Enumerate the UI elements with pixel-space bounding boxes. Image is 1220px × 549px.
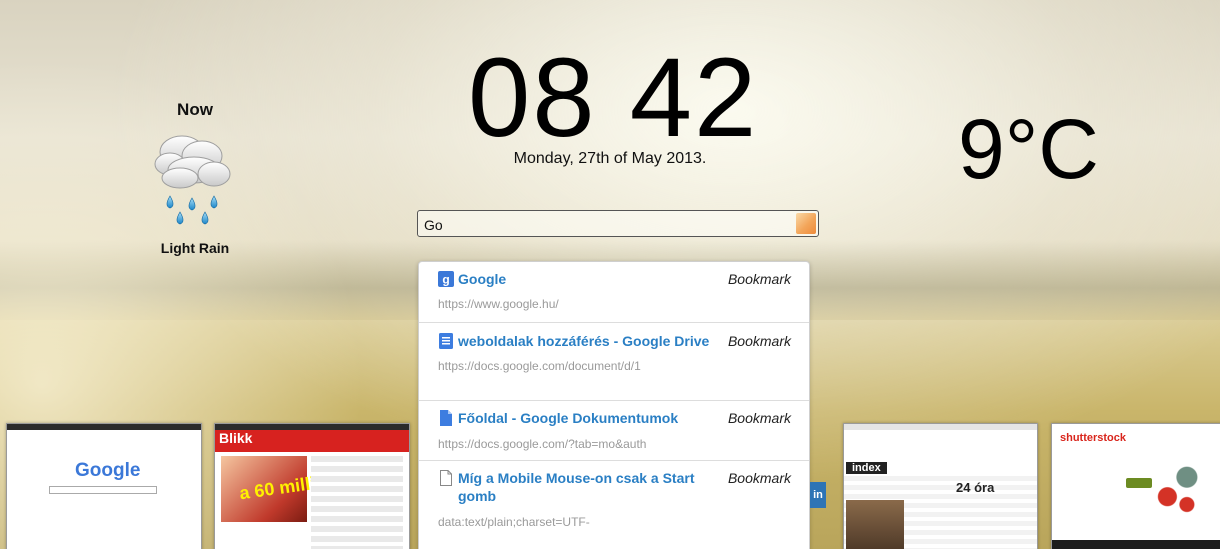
document-icon bbox=[440, 410, 452, 426]
suggestion-url: https://docs.google.com/document/d/1 bbox=[438, 359, 641, 373]
blank-page-icon bbox=[440, 470, 452, 486]
suggestion-type: Bookmark bbox=[727, 271, 791, 287]
shutterstock-logo: shutterstock bbox=[1060, 432, 1127, 444]
google-search-box bbox=[49, 486, 157, 494]
blikk-article-list bbox=[311, 456, 403, 549]
google-docs-icon bbox=[439, 333, 453, 349]
suggestion-item[interactable]: g Google Bookmark https://www.google.hu/ bbox=[419, 262, 809, 323]
suggestion-url: https://docs.google.com/?tab=mo&auth bbox=[438, 437, 647, 451]
suggestion-item[interactable]: Főoldal - Google Dokumentumok Bookmark h… bbox=[419, 401, 809, 461]
suggestion-title[interactable]: weboldalak hozzáférés - Google Drive bbox=[458, 332, 728, 350]
weather-widget[interactable]: Now Light Rain bbox=[130, 100, 260, 256]
search-input[interactable] bbox=[422, 214, 796, 236]
suggestion-type: Bookmark bbox=[727, 410, 791, 426]
thumbnail-google[interactable]: Google bbox=[6, 423, 202, 549]
suggestion-type: Bookmark bbox=[727, 470, 791, 486]
index-hero-image bbox=[846, 500, 904, 549]
suggestion-item[interactable]: weboldalak hozzáférés - Google Drive Boo… bbox=[419, 323, 809, 401]
index-logo: index bbox=[846, 462, 887, 474]
suggestion-type: Bookmark bbox=[727, 333, 791, 349]
weather-condition-label: Light Rain bbox=[160, 240, 230, 256]
weather-now-label: Now bbox=[177, 100, 213, 119]
search-suggestions: g Google Bookmark https://www.google.hu/… bbox=[418, 261, 810, 549]
suggestion-title[interactable]: Míg a Mobile Mouse-on csak a Start gomb bbox=[458, 469, 728, 505]
clock-time: 08 42 bbox=[468, 35, 759, 160]
linkedin-icon[interactable]: in bbox=[810, 482, 826, 508]
suggestion-url: https://www.google.hu/ bbox=[438, 297, 559, 311]
svg-text:g: g bbox=[442, 273, 449, 287]
thumbnail-blikk[interactable]: Blikk a 60 milliós lesz bbox=[214, 423, 410, 549]
thumbnail-shutterstock[interactable]: shutterstock bbox=[1051, 423, 1220, 549]
temperature-readout: 9°C bbox=[958, 102, 1099, 196]
search-engine-icon[interactable] bbox=[796, 213, 816, 234]
light-rain-icon bbox=[154, 135, 231, 225]
clock-date: Monday, 27th of May 2013. bbox=[513, 150, 707, 167]
hummingbird-image bbox=[1144, 446, 1220, 524]
suggestion-item[interactable]: Míg a Mobile Mouse-on csak a Start gomb … bbox=[419, 461, 809, 549]
suggestion-title[interactable]: Főoldal - Google Dokumentumok bbox=[458, 409, 728, 427]
thumbnail-index[interactable]: index 24 óra bbox=[843, 423, 1038, 549]
shutterstock-footer bbox=[1052, 540, 1220, 549]
search-box[interactable] bbox=[417, 210, 819, 237]
index-headline: 24 óra bbox=[956, 480, 995, 495]
suggestion-url: data:text/plain;charset=UTF- bbox=[438, 515, 590, 529]
thumbnail-bar bbox=[844, 424, 1037, 430]
thumbnail-bar bbox=[7, 424, 201, 430]
google-logo: Google bbox=[75, 460, 141, 481]
google-favicon-icon: g bbox=[438, 271, 454, 287]
blikk-logo: Blikk bbox=[219, 430, 253, 446]
suggestion-title[interactable]: Google bbox=[458, 270, 728, 288]
